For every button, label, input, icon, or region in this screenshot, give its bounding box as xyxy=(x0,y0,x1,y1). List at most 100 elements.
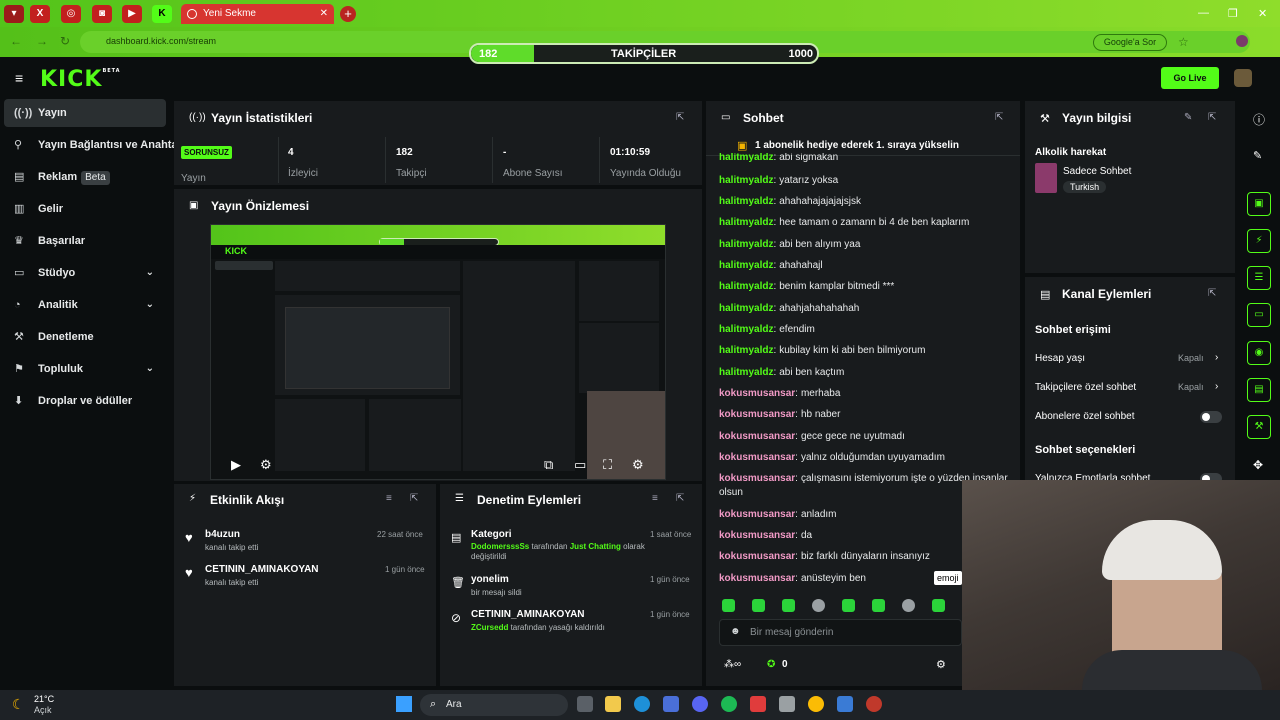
popout-icon[interactable]: ⇱ xyxy=(676,493,684,504)
filter-icon[interactable]: ≡ xyxy=(652,493,658,504)
bookmark-star-icon[interactable]: ☆ xyxy=(1178,35,1189,49)
chat-username[interactable]: kokusmusansar xyxy=(719,409,795,420)
user-avatar[interactable] xyxy=(1234,69,1252,87)
info-icon[interactable]: ⓘ xyxy=(1253,111,1265,128)
pinned-tab-2[interactable]: ◎ xyxy=(61,5,81,23)
chat-message[interactable]: halitmyaldz: yatarız yoksa xyxy=(719,174,1009,188)
chat-username[interactable]: halitmyaldz xyxy=(719,196,773,207)
popout-icon[interactable]: ⇱ xyxy=(676,112,684,123)
forward-icon[interactable]: → xyxy=(36,34,48,48)
settings-gear-icon[interactable]: ⚙ xyxy=(260,457,272,473)
chat-username[interactable]: halitmyaldz xyxy=(719,175,773,186)
chat-message[interactable]: halitmyaldz: ahahahajl xyxy=(719,259,1009,273)
close-window-icon[interactable]: ✕ xyxy=(1258,7,1267,20)
rail-comment-button[interactable]: ▭ xyxy=(1247,303,1271,327)
kick-logo[interactable]: KICKBETA xyxy=(40,67,121,92)
theater-icon[interactable]: ▭ xyxy=(574,457,586,473)
popout-icon[interactable]: ⇱ xyxy=(1208,112,1216,123)
chat-username[interactable]: kokusmusansar xyxy=(719,509,795,520)
chat-username[interactable]: halitmyaldz xyxy=(719,303,773,314)
chat-message[interactable]: halitmyaldz: hee tamam o zamann bi 4 de b… xyxy=(719,216,1009,230)
stream-preview-video[interactable]: KICK xyxy=(210,224,666,480)
pinned-tab-3[interactable]: ◙ xyxy=(92,5,112,23)
tab-new[interactable]: Yeni Sekme ✕ xyxy=(181,4,334,24)
sidebar-item-drops[interactable]: ⬇ Droplar ve ödüller xyxy=(4,387,166,415)
emote-icon[interactable] xyxy=(752,599,765,612)
chat-message[interactable]: halitmyaldz: abi ben alıyım yaa xyxy=(719,238,1009,252)
rail-wrench-button[interactable]: ⚒ xyxy=(1247,415,1271,439)
taskbar-search[interactable]: ⌕ Ara xyxy=(420,694,568,716)
emote-icon[interactable] xyxy=(872,599,885,612)
store-icon[interactable] xyxy=(663,696,679,712)
task-view-icon[interactable] xyxy=(577,696,593,712)
emote-icon[interactable] xyxy=(842,599,855,612)
subscribers-only-toggle[interactable] xyxy=(1200,411,1222,423)
emote-icon[interactable] xyxy=(902,599,915,612)
pinned-tab-x[interactable]: X xyxy=(30,5,50,23)
google-ask-button[interactable]: Google'a Sor xyxy=(1093,34,1167,51)
pip-icon[interactable]: ⧉ xyxy=(544,457,553,473)
url-text[interactable]: dashboard.kick.com/stream xyxy=(106,36,216,46)
filter-icon[interactable]: ≡ xyxy=(386,493,392,504)
tab-close-icon[interactable]: ✕ xyxy=(320,4,328,24)
followers-only-value[interactable]: Kapalı xyxy=(1178,382,1204,392)
chrome-icon[interactable] xyxy=(808,696,824,712)
emote-icon[interactable] xyxy=(782,599,795,612)
sidebar-item-achievements[interactable]: ♛ Başarılar xyxy=(4,227,166,255)
sidebar-item-revenue[interactable]: ▥ Gelir xyxy=(4,195,166,223)
chat-username[interactable]: kokusmusansar xyxy=(719,551,795,562)
pinned-tab-youtube[interactable]: ▶ xyxy=(122,5,142,23)
file-explorer-icon[interactable] xyxy=(605,696,621,712)
app-icon[interactable] xyxy=(837,696,853,712)
chat-username[interactable]: halitmyaldz xyxy=(719,153,773,163)
account-age-value[interactable]: Kapalı xyxy=(1178,353,1204,363)
fullscreen-icon[interactable]: ⛶ xyxy=(603,457,612,473)
chat-username[interactable]: halitmyaldz xyxy=(719,281,773,292)
back-icon[interactable]: ← xyxy=(10,34,22,48)
maximize-icon[interactable]: ❐ xyxy=(1228,7,1238,20)
gear-icon[interactable]: ⚙ xyxy=(632,457,644,473)
rail-list-button[interactable]: ☰ xyxy=(1247,266,1271,290)
sidebar-item-analytics[interactable]: ◔ Analitik ⌄ xyxy=(4,291,166,319)
chat-username[interactable]: kokusmusansar xyxy=(719,573,795,584)
chat-message[interactable]: halitmyaldz: abi ben kaçtım xyxy=(719,366,1009,380)
chat-username[interactable]: halitmyaldz xyxy=(719,239,773,250)
edge-icon[interactable] xyxy=(634,696,650,712)
hamburger-menu-icon[interactable]: ≡ xyxy=(15,70,23,86)
chat-message[interactable]: halitmyaldz: ahahjahahahahah xyxy=(719,302,1009,316)
sidebar-item-studio[interactable]: ▭ Stüdyo ⌄ xyxy=(4,259,166,287)
chevron-right-icon[interactable]: › xyxy=(1215,381,1218,392)
profile-avatar-icon[interactable] xyxy=(1236,35,1248,47)
tab-list-button[interactable]: ▾ xyxy=(4,5,24,23)
chat-message[interactable]: halitmyaldz: benim kamplar bitmedi *** xyxy=(719,280,1009,294)
sidebar-item-stream-key[interactable]: ⚲ Yayın Bağlantısı ve Anahtarı xyxy=(4,131,174,159)
chat-input[interactable]: ☻ Bir mesaj gönderin xyxy=(719,619,962,646)
windows-start-icon[interactable] xyxy=(396,696,412,712)
app-icon[interactable] xyxy=(779,696,795,712)
rail-actions-button[interactable]: ▤ xyxy=(1247,378,1271,402)
rail-chat-button[interactable]: ▣ xyxy=(1247,192,1271,216)
emote-icon[interactable] xyxy=(932,599,945,612)
spotify-icon[interactable] xyxy=(721,696,737,712)
chat-username[interactable]: halitmyaldz xyxy=(719,345,773,356)
chat-username[interactable]: kokusmusansar xyxy=(719,452,795,463)
chat-message[interactable]: kokusmusansar: hb naber xyxy=(719,408,1009,422)
app-icon[interactable] xyxy=(750,696,766,712)
weather-temp[interactable]: 21°C xyxy=(34,694,54,704)
chat-username[interactable]: kokusmusansar xyxy=(719,473,795,484)
chat-message[interactable]: halitmyaldz: abi sigmakan xyxy=(719,153,1009,163)
sidebar-item-stream[interactable]: ((·)) Yayın xyxy=(4,99,166,127)
sidebar-item-community[interactable]: ⚑ Topluluk ⌄ xyxy=(4,355,166,383)
popout-icon[interactable]: ⇱ xyxy=(410,493,418,504)
popout-icon[interactable]: ⇱ xyxy=(995,112,1003,123)
reload-icon[interactable]: ↻ xyxy=(60,34,70,48)
rail-broadcast-button[interactable]: ◉ xyxy=(1247,341,1271,365)
popout-icon[interactable]: ⇱ xyxy=(1208,288,1216,299)
chat-message[interactable]: halitmyaldz: kubilay kim ki abi ben bilmi… xyxy=(719,344,1009,358)
edit-icon[interactable]: ✎ xyxy=(1184,112,1192,123)
play-icon[interactable]: ▶ xyxy=(231,457,241,473)
minimize-icon[interactable]: — xyxy=(1198,7,1209,19)
chat-message[interactable]: kokusmusansar: gece gece ne uyutmadı xyxy=(719,430,1009,444)
users-icon[interactable]: ⁂∞ xyxy=(724,659,741,670)
sidebar-item-ads[interactable]: ▤ Reklam Beta xyxy=(4,163,166,191)
